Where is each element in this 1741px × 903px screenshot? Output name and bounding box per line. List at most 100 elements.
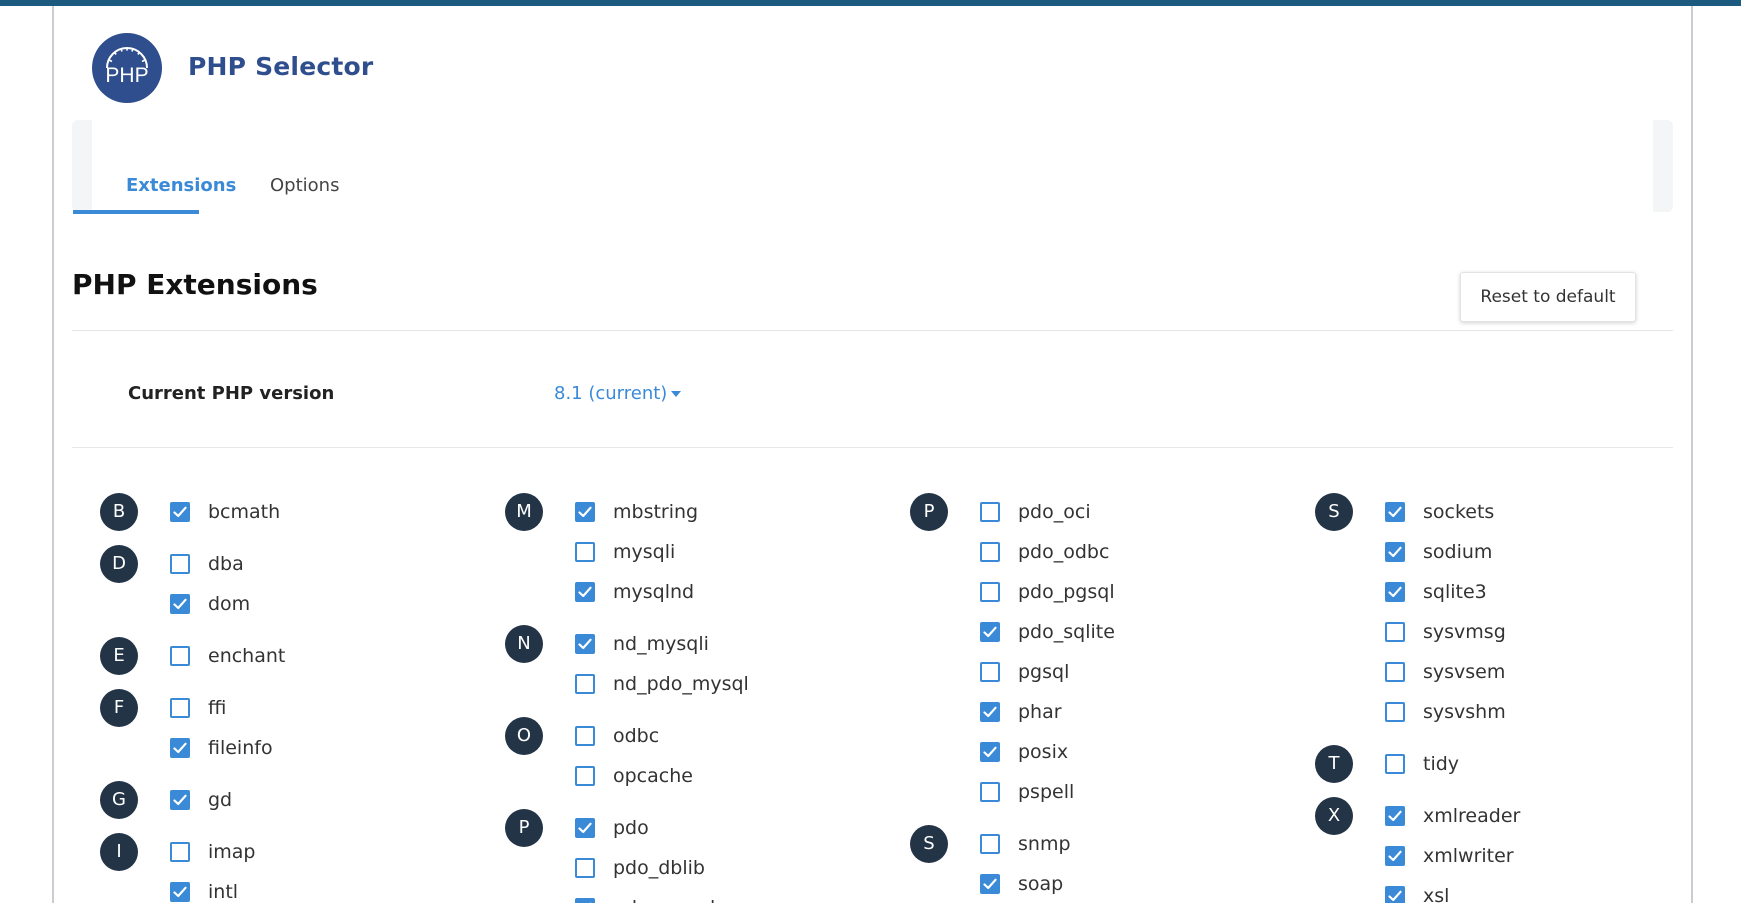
extension-item-tidy[interactable]: tidy [1385,744,1675,784]
letter-badge: P [505,809,543,847]
extension-item-sodium[interactable]: sodium [1385,532,1675,572]
extension-item-pdo_odbc[interactable]: pdo_odbc [980,532,1270,572]
reset-to-default-button[interactable]: Reset to default [1460,272,1636,322]
extension-item-pdo_dblib[interactable]: pdo_dblib [575,848,865,888]
extension-group-n: Nnd_mysqli nd_pdo_mysql [505,624,865,704]
extension-item-xsl[interactable]: xsl [1385,876,1675,903]
checkbox[interactable] [980,542,1000,562]
extension-group-b: Bbcmath [100,492,460,532]
extension-item-gd[interactable]: gd [170,780,460,820]
extension-item-sysvshm[interactable]: sysvshm [1385,692,1675,732]
extension-item-nd_pdo_mysql[interactable]: nd_pdo_mysql [575,664,865,704]
extension-item-pdo_sqlite[interactable]: pdo_sqlite [980,612,1270,652]
checkbox[interactable] [1385,806,1405,826]
extension-item-xmlwriter[interactable]: xmlwriter [1385,836,1675,876]
extension-item-mysqlnd[interactable]: mysqlnd [575,572,865,612]
extension-item-imap[interactable]: imap [170,832,460,872]
extension-item-ffi[interactable]: ffi [170,688,460,728]
extension-item-sockets[interactable]: sockets [1385,492,1675,532]
extension-item-pdo_oci[interactable]: pdo_oci [980,492,1270,532]
extension-item-fileinfo[interactable]: fileinfo [170,728,460,768]
checkbox[interactable] [980,582,1000,602]
checkbox[interactable] [1385,754,1405,774]
extension-item-sysvsem[interactable]: sysvsem [1385,652,1675,692]
checkbox[interactable] [170,738,190,758]
checkbox[interactable] [980,742,1000,762]
extension-item-dba[interactable]: dba [170,544,460,584]
extension-group-s: Ssnmp soap [910,824,1270,903]
extension-item-xmlreader[interactable]: xmlreader [1385,796,1675,836]
extension-item-snmp[interactable]: snmp [980,824,1270,864]
extension-label: tidy [1423,753,1460,775]
letter-badge: B [100,493,138,531]
checkbox[interactable] [575,674,595,694]
checkbox[interactable] [980,622,1000,642]
checkbox[interactable] [1385,662,1405,682]
checkbox[interactable] [980,662,1000,682]
extension-item-pdo_pgsql[interactable]: pdo_pgsql [980,572,1270,612]
extension-item-mbstring[interactable]: mbstring [575,492,865,532]
extension-item-sysvmsg[interactable]: sysvmsg [1385,612,1675,652]
checkbox[interactable] [980,702,1000,722]
checkbox[interactable] [1385,846,1405,866]
extension-item-pdo[interactable]: pdo [575,808,865,848]
checkbox[interactable] [575,858,595,878]
checkbox[interactable] [170,842,190,862]
checkbox[interactable] [170,594,190,614]
checkbox[interactable] [980,782,1000,802]
extension-item-soap[interactable]: soap [980,864,1270,903]
checkbox[interactable] [575,818,595,838]
extension-item-posix[interactable]: posix [980,732,1270,772]
checkbox[interactable] [1385,502,1405,522]
php-version-dropdown[interactable]: 8.1 (current) [554,383,682,404]
extension-item-opcache[interactable]: opcache [575,756,865,796]
extension-item-pspell[interactable]: pspell [980,772,1270,812]
checkbox[interactable] [980,834,1000,854]
extension-item-dom[interactable]: dom [170,584,460,624]
extension-item-sqlite3[interactable]: sqlite3 [1385,572,1675,612]
extensions-column-3: Ppdo_oci pdo_odbc pdo_pgsql pdo_sqlite pgsql… [910,492,1270,903]
extension-item-nd_mysqli[interactable]: nd_mysqli [575,624,865,664]
checkbox[interactable] [575,766,595,786]
checkmark-icon [983,626,997,638]
tab-bar: Extensions Options [72,120,1673,212]
php-version-label: Current PHP version [128,383,335,404]
extension-item-odbc[interactable]: odbc [575,716,865,756]
extension-item-pdo_mysql[interactable]: pdo_mysql [575,888,865,903]
checkbox[interactable] [170,646,190,666]
extension-item-mysqli[interactable]: mysqli [575,532,865,572]
checkbox[interactable] [575,582,595,602]
checkbox[interactable] [1385,582,1405,602]
checkbox[interactable] [575,502,595,522]
checkbox[interactable] [170,502,190,522]
checkbox[interactable] [1385,702,1405,722]
checkbox[interactable] [575,542,595,562]
checkbox[interactable] [170,554,190,574]
tab-options[interactable]: Options [270,175,339,196]
checkmark-icon [1388,850,1402,862]
extension-item-pgsql[interactable]: pgsql [980,652,1270,692]
checkbox[interactable] [1385,886,1405,903]
checkbox[interactable] [170,698,190,718]
checkbox[interactable] [1385,542,1405,562]
checkbox[interactable] [575,898,595,903]
checkbox[interactable] [170,790,190,810]
checkbox[interactable] [980,874,1000,894]
extension-item-bcmath[interactable]: bcmath [170,492,460,532]
extension-group-m: Mmbstring mysqli mysqlnd [505,492,865,612]
extension-item-phar[interactable]: phar [980,692,1270,732]
checkbox[interactable] [980,502,1000,522]
checkbox[interactable] [170,882,190,902]
extension-item-intl[interactable]: intl [170,872,460,903]
checkbox[interactable] [1385,622,1405,642]
checkbox[interactable] [575,726,595,746]
tab-extensions[interactable]: Extensions [126,175,236,196]
extensions-column-1: Bbcmath Ddba dom Eenchant Fffi fileinfo Ggd Iim… [100,492,460,903]
checkbox[interactable] [575,634,595,654]
checkmark-icon [173,598,187,610]
extension-item-enchant[interactable]: enchant [170,636,460,676]
extensions-column-2: Mmbstring mysqli mysqlnd Nnd_mysqli nd_pdo_m… [505,492,865,903]
extension-label: mysqli [613,541,676,563]
active-tab-indicator [73,210,199,214]
extension-label: pdo_sqlite [1018,621,1115,643]
